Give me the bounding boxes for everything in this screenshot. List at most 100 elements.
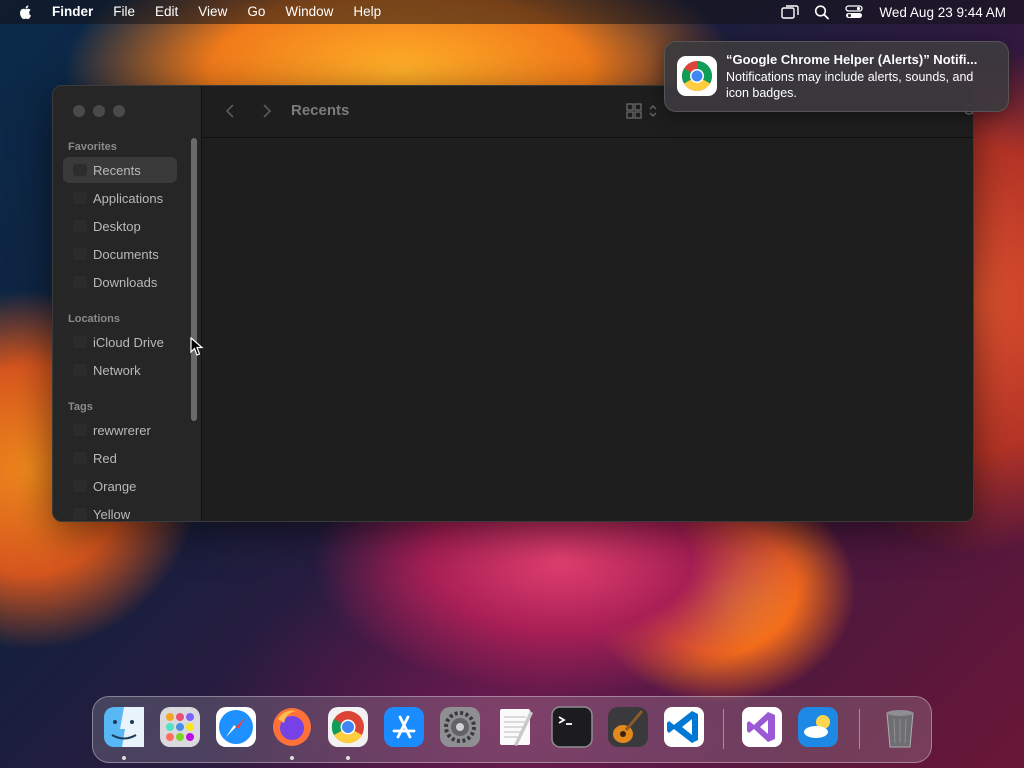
terminal-icon [551,706,593,748]
launchpad-icon [160,707,200,747]
guitar-icon [608,707,648,747]
sidebar-item-tag-rewwrerer[interactable]: rewwrerer [63,417,177,443]
vscode-icon [664,707,704,747]
icloud-icon [73,336,87,348]
close-button[interactable] [73,105,85,117]
weather-icon [798,707,838,747]
notification-banner[interactable]: “Google Chrome Helper (Alerts)” Notifi..… [664,41,1009,112]
dock-visual-studio-code[interactable] [662,705,706,749]
notification-title: “Google Chrome Helper (Alerts)” Notifi..… [726,52,978,67]
sidebar-item-applications[interactable]: Applications [63,185,177,211]
forward-button[interactable] [258,103,274,119]
notification-body: Notifications may include alerts, sounds… [726,70,974,100]
menu-bar: Finder File Edit View Go Window Help Wed… [0,0,1024,24]
sidebar-item-label: Downloads [93,274,158,290]
network-icon [73,364,87,376]
menu-app-finder[interactable]: Finder [52,0,93,24]
dock-garageband[interactable] [606,705,650,749]
sidebar-item-label: Orange [93,478,137,494]
sidebar-item-network[interactable]: Network [63,357,177,383]
dock-divider [859,709,860,749]
sidebar-item-downloads[interactable]: Downloads [63,269,177,295]
search-icon[interactable] [813,4,831,20]
tag-icon [73,480,87,492]
apple-menu-icon[interactable] [18,4,34,20]
dock-firefox[interactable] [270,705,314,749]
sidebar-item-label: iCloud Drive [93,334,164,350]
sidebar-item-documents[interactable]: Documents [63,241,177,267]
safari-icon [216,707,256,747]
running-indicator [290,756,294,760]
mouse-cursor-icon [190,337,204,356]
trash-icon [886,710,914,748]
sidebar-item-label: Documents [93,246,159,262]
menu-window[interactable]: Window [285,0,333,24]
dock-app-store[interactable] [382,705,426,749]
sidebar-item-tag-yellow[interactable]: Yellow [63,501,177,522]
dock-google-chrome[interactable] [326,705,370,749]
dock [92,696,932,763]
back-button[interactable] [223,103,239,119]
dock-visual-studio[interactable] [740,705,784,749]
sidebar-item-label: Red [93,450,117,466]
control-center-icon[interactable] [845,4,864,20]
running-indicator [346,756,350,760]
gear-icon [440,707,480,747]
sidebar-scrollbar[interactable] [191,138,197,421]
menu-clock[interactable]: Wed Aug 23 9:44 AM [879,5,1006,20]
screen-mirroring-icon[interactable] [781,4,800,20]
finder-sidebar: Favorites Recents Applications Desktop D… [53,86,202,521]
dock-launchpad[interactable] [158,705,202,749]
running-indicator [122,756,126,760]
finder-window: Favorites Recents Applications Desktop D… [52,85,974,522]
finder-icon [104,707,144,747]
window-title: Recents [291,102,350,119]
dock-divider [723,709,724,749]
sidebar-item-recents[interactable]: Recents [63,157,177,183]
visual-studio-icon [742,707,782,747]
textedit-icon [500,709,533,746]
sidebar-item-tag-red[interactable]: Red [63,445,177,471]
tag-icon [73,508,87,520]
firefox-icon [273,708,311,746]
sidebar-header-tags: Tags [68,401,93,413]
minimize-button[interactable] [93,105,105,117]
chrome-icon [677,56,717,96]
window-controls [73,105,133,117]
dock-textedit[interactable] [494,705,538,749]
file-list-area[interactable] [202,138,973,521]
menu-view[interactable]: View [198,0,227,24]
sidebar-header-locations: Locations [68,313,120,325]
sidebar-item-label: Recents [93,162,141,178]
documents-icon [73,248,87,260]
sidebar-item-desktop[interactable]: Desktop [63,213,177,239]
view-mode-grid-icon[interactable] [626,103,662,119]
applications-icon [73,192,87,204]
sidebar-item-label: rewwrerer [93,422,151,438]
desktop-icon [73,220,87,232]
sidebar-item-tag-orange[interactable]: Orange [63,473,177,499]
dock-finder[interactable] [102,705,146,749]
sidebar-item-icloud-drive[interactable]: iCloud Drive [63,329,177,355]
recents-icon [73,164,87,176]
dock-safari[interactable] [214,705,258,749]
menu-edit[interactable]: Edit [155,0,178,24]
sidebar-item-label: Applications [93,190,164,206]
dock-terminal[interactable] [550,705,594,749]
chrome-icon [328,707,368,747]
tag-icon [73,452,87,464]
menu-file[interactable]: File [113,0,135,24]
dock-weather[interactable] [796,705,840,749]
dock-system-settings[interactable] [438,705,482,749]
menu-help[interactable]: Help [353,0,381,24]
dock-trash[interactable] [878,705,922,749]
menu-go[interactable]: Go [247,0,265,24]
downloads-icon [73,276,87,288]
zoom-button[interactable] [113,105,125,117]
sidebar-header-favorites: Favorites [68,141,117,153]
tag-icon [73,424,87,436]
sidebar-item-label: Yellow [93,506,131,522]
sidebar-item-label: Desktop [93,218,141,234]
app-store-icon [384,707,424,747]
sidebar-item-label: Network [93,362,141,378]
